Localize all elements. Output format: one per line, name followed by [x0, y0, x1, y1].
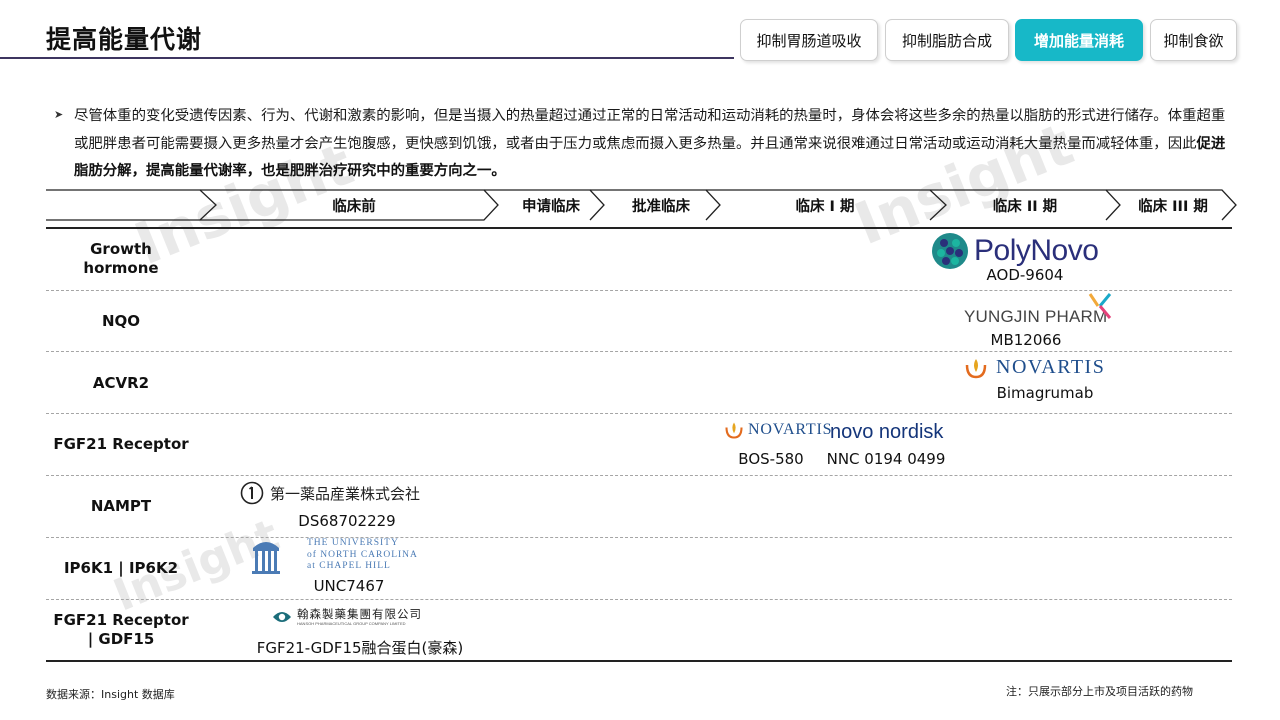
drug-mb12066: MB12066	[990, 331, 1062, 349]
drug-nnc-0194-0499: NNC 0194 0499	[826, 450, 946, 468]
target-fgf21-gdf15: FGF21 Receptor | GDF15	[53, 611, 189, 648]
target-nampt: NAMPT	[90, 497, 152, 515]
row-divider	[46, 599, 1232, 600]
novartis-flame-icon	[725, 422, 743, 439]
polynovo-wordmark: PolyNovo	[974, 234, 1099, 267]
phase-clinical-2: 临床 II 期	[992, 198, 1058, 215]
target-growth-hormone: Growth hormone	[83, 240, 159, 277]
target-nqo: NQO	[101, 312, 141, 330]
target-fgf21-receptor: FGF21 Receptor	[53, 435, 189, 453]
phase-preclinical: 临床前	[332, 198, 376, 215]
novo-nordisk-logo: novo nordisk	[830, 421, 943, 444]
novartis-wordmark-2: NOVARTIS	[748, 421, 833, 438]
daiichi-wordmark: 第一薬品産業株式会社	[270, 484, 421, 503]
drug-bimagrumab: Bimagrumab	[996, 384, 1094, 402]
unc-old-well-icon	[252, 542, 280, 574]
yungjin-mark-icon	[1088, 293, 1112, 319]
hansoh-wordmark-en: HANSOH PHARMACEUTICAL GROUP COMPANY LIMI…	[297, 620, 406, 626]
target-ip6k: IP6K1 | IP6K2	[63, 559, 179, 577]
unc-line-2: of NORTH CAROLINA	[307, 549, 418, 560]
table-top-rule	[46, 227, 1232, 229]
polynovo-logo: PolyNovo	[930, 231, 1099, 271]
novartis-logo: NOVARTIS	[964, 356, 1105, 379]
novartis-wordmark: NOVARTIS	[996, 356, 1106, 378]
daiichi-logo: 第一薬品産業株式会社	[240, 481, 420, 505]
table-bottom-rule	[46, 660, 1232, 662]
target-acvr2: ACVR2	[92, 374, 150, 392]
hansoh-logo: 翰森製藥集團有限公司 HANSOH PHARMACEUTICAL GROUP C…	[271, 606, 422, 628]
unc-line-3: at CHAPEL HILL	[307, 561, 391, 571]
row-divider	[46, 475, 1232, 476]
novartis-flame-icon	[965, 358, 987, 378]
novo-nordisk-wordmark: novo nordisk	[830, 421, 944, 443]
drug-ds68702229: DS68702229	[298, 512, 396, 530]
drug-fgf21-gdf15-fusion: FGF21-GDF15融合蛋白(豪森)	[256, 639, 464, 657]
phase-ind-approved: 批准临床	[632, 198, 690, 215]
row-divider	[46, 351, 1232, 352]
phase-clinical-3: 临床 III 期	[1138, 198, 1208, 215]
hansoh-wordmark-cn: 翰森製藥集團有限公司	[297, 606, 422, 621]
drug-bos-580: BOS-580	[738, 450, 804, 468]
unc-wordmark: THE UNIVERSITY of NORTH CAROLINA at CHAP…	[307, 538, 418, 573]
polynovo-mark-icon	[932, 233, 968, 269]
daiichi-mark-icon	[240, 481, 264, 505]
drug-unc7467: UNC7467	[313, 577, 385, 595]
row-divider	[46, 537, 1232, 538]
unc-line-1: THE UNIVERSITY	[307, 538, 399, 548]
drug-aod-9604: AOD-9604	[986, 266, 1064, 284]
row-divider	[46, 413, 1232, 414]
row-divider	[46, 290, 1232, 291]
phase-clinical-1: 临床 I 期	[795, 198, 855, 215]
novartis-logo-2: NOVARTIS	[724, 420, 832, 440]
hansoh-mark-icon	[273, 612, 291, 622]
phase-ind-filing: 申请临床	[522, 198, 580, 215]
